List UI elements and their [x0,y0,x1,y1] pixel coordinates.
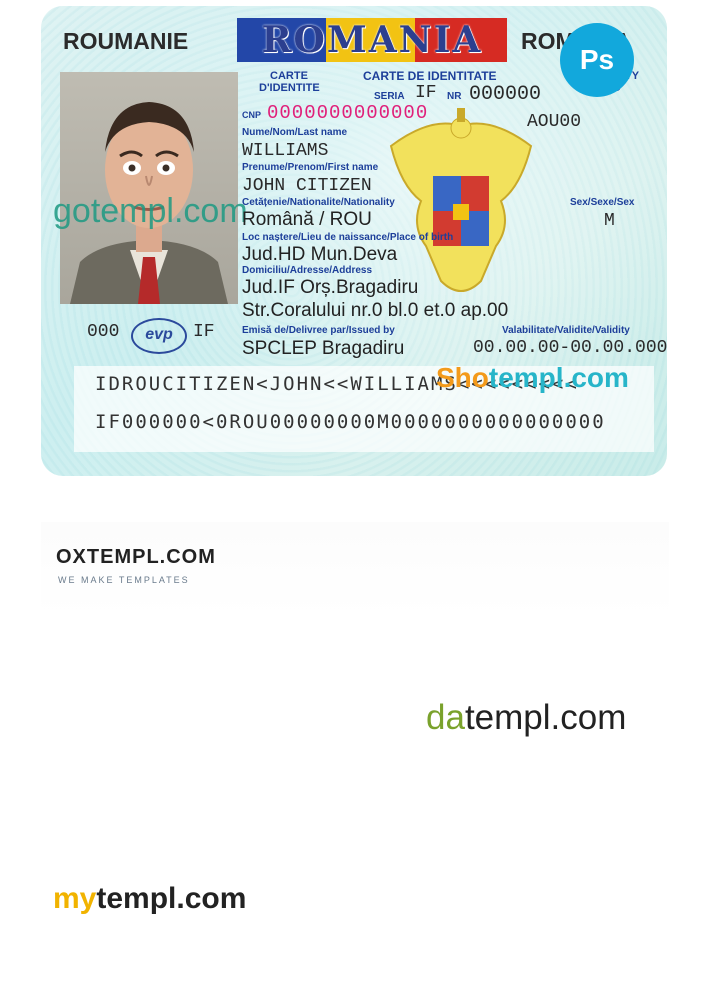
watermark-gotempl: gotempl.com [53,192,248,230]
watermark-oxtempl-sub: WE MAKE TEMPLATES [58,575,190,585]
country-left: ROUMANIE [63,28,189,54]
stamp-left: 000 [87,322,120,342]
nr-label: NR [447,91,462,102]
doc-title-ro: CARTE DE IDENTITATE [363,69,497,83]
id-card: ROUMANIE ROMANIA ROMANIA CARTE D'IDENTIT… [41,6,667,476]
issued-by: SPCLEP Bragadiru [242,338,405,359]
watermark-datempl: datempl.com [426,698,626,738]
sex: M [604,211,615,231]
nr-value: 000000 [469,83,542,106]
watermark-shotempl-b: templ.com [488,362,629,393]
country-center: ROMANIA [261,19,483,61]
last-name: WILLIAMS [242,141,329,161]
watermark-mytempl-a: my [53,882,97,915]
seria-label: SERIA [374,91,405,102]
stamp-logo: evp [131,318,187,354]
validity: 00.00.00-00.00.0000 [473,338,667,358]
seria-value: IF [415,83,437,103]
photoshop-badge-icon: Ps [560,23,634,97]
watermark-datempl-b: templ.com [464,698,627,737]
sex-label: Sex/Sexe/Sex [570,197,635,208]
watermark-shotempl: Shotempl.com [436,362,629,394]
watermark-mytempl: mytempl.com [53,882,246,916]
cnp-label: CNP [242,110,262,120]
nationality: Română / ROU [242,209,372,230]
watermark-oxtempl: OXTEMPL.COM [56,546,216,568]
issued-label: Emisă de/Delivree par/Issued by [242,325,395,336]
holder-photo [60,72,238,304]
validity-label: Valabilitate/Validite/Validity [502,325,630,336]
address-line1: Jud.IF Orș.Bragadiru [242,277,419,298]
first-name-label: Prenume/Prenom/First name [242,162,379,173]
doc-title-fr: CARTE D'IDENTITE [259,70,320,94]
country-center-banner: ROMANIA [237,18,507,62]
watermark-shotempl-a: Sho [436,362,489,393]
first-name: JOHN CITIZEN [242,176,372,196]
blank-template-area [41,522,669,1000]
birthplace-label: Loc naștere/Lieu de naissance/Place of b… [242,232,454,243]
stamp-right: IF [193,322,215,342]
mrz-line2: IF000000<0ROU00000000M0000000000000000 [95,411,606,433]
last-name-label: Nume/Nom/Last name [242,127,348,138]
watermark-mytempl-b: templ.com [96,882,247,915]
nationality-label: Cetățenie/Nationalite/Nationality [242,197,395,208]
address-label: Domiciliu/Adresse/Address [242,265,373,276]
watermark-datempl-a: da [426,698,465,737]
birthplace: Jud.HD Mun.Deva [242,244,398,265]
address-line2: Str.Coralului nr.0 bl.0 et.0 ap.00 [242,300,509,321]
